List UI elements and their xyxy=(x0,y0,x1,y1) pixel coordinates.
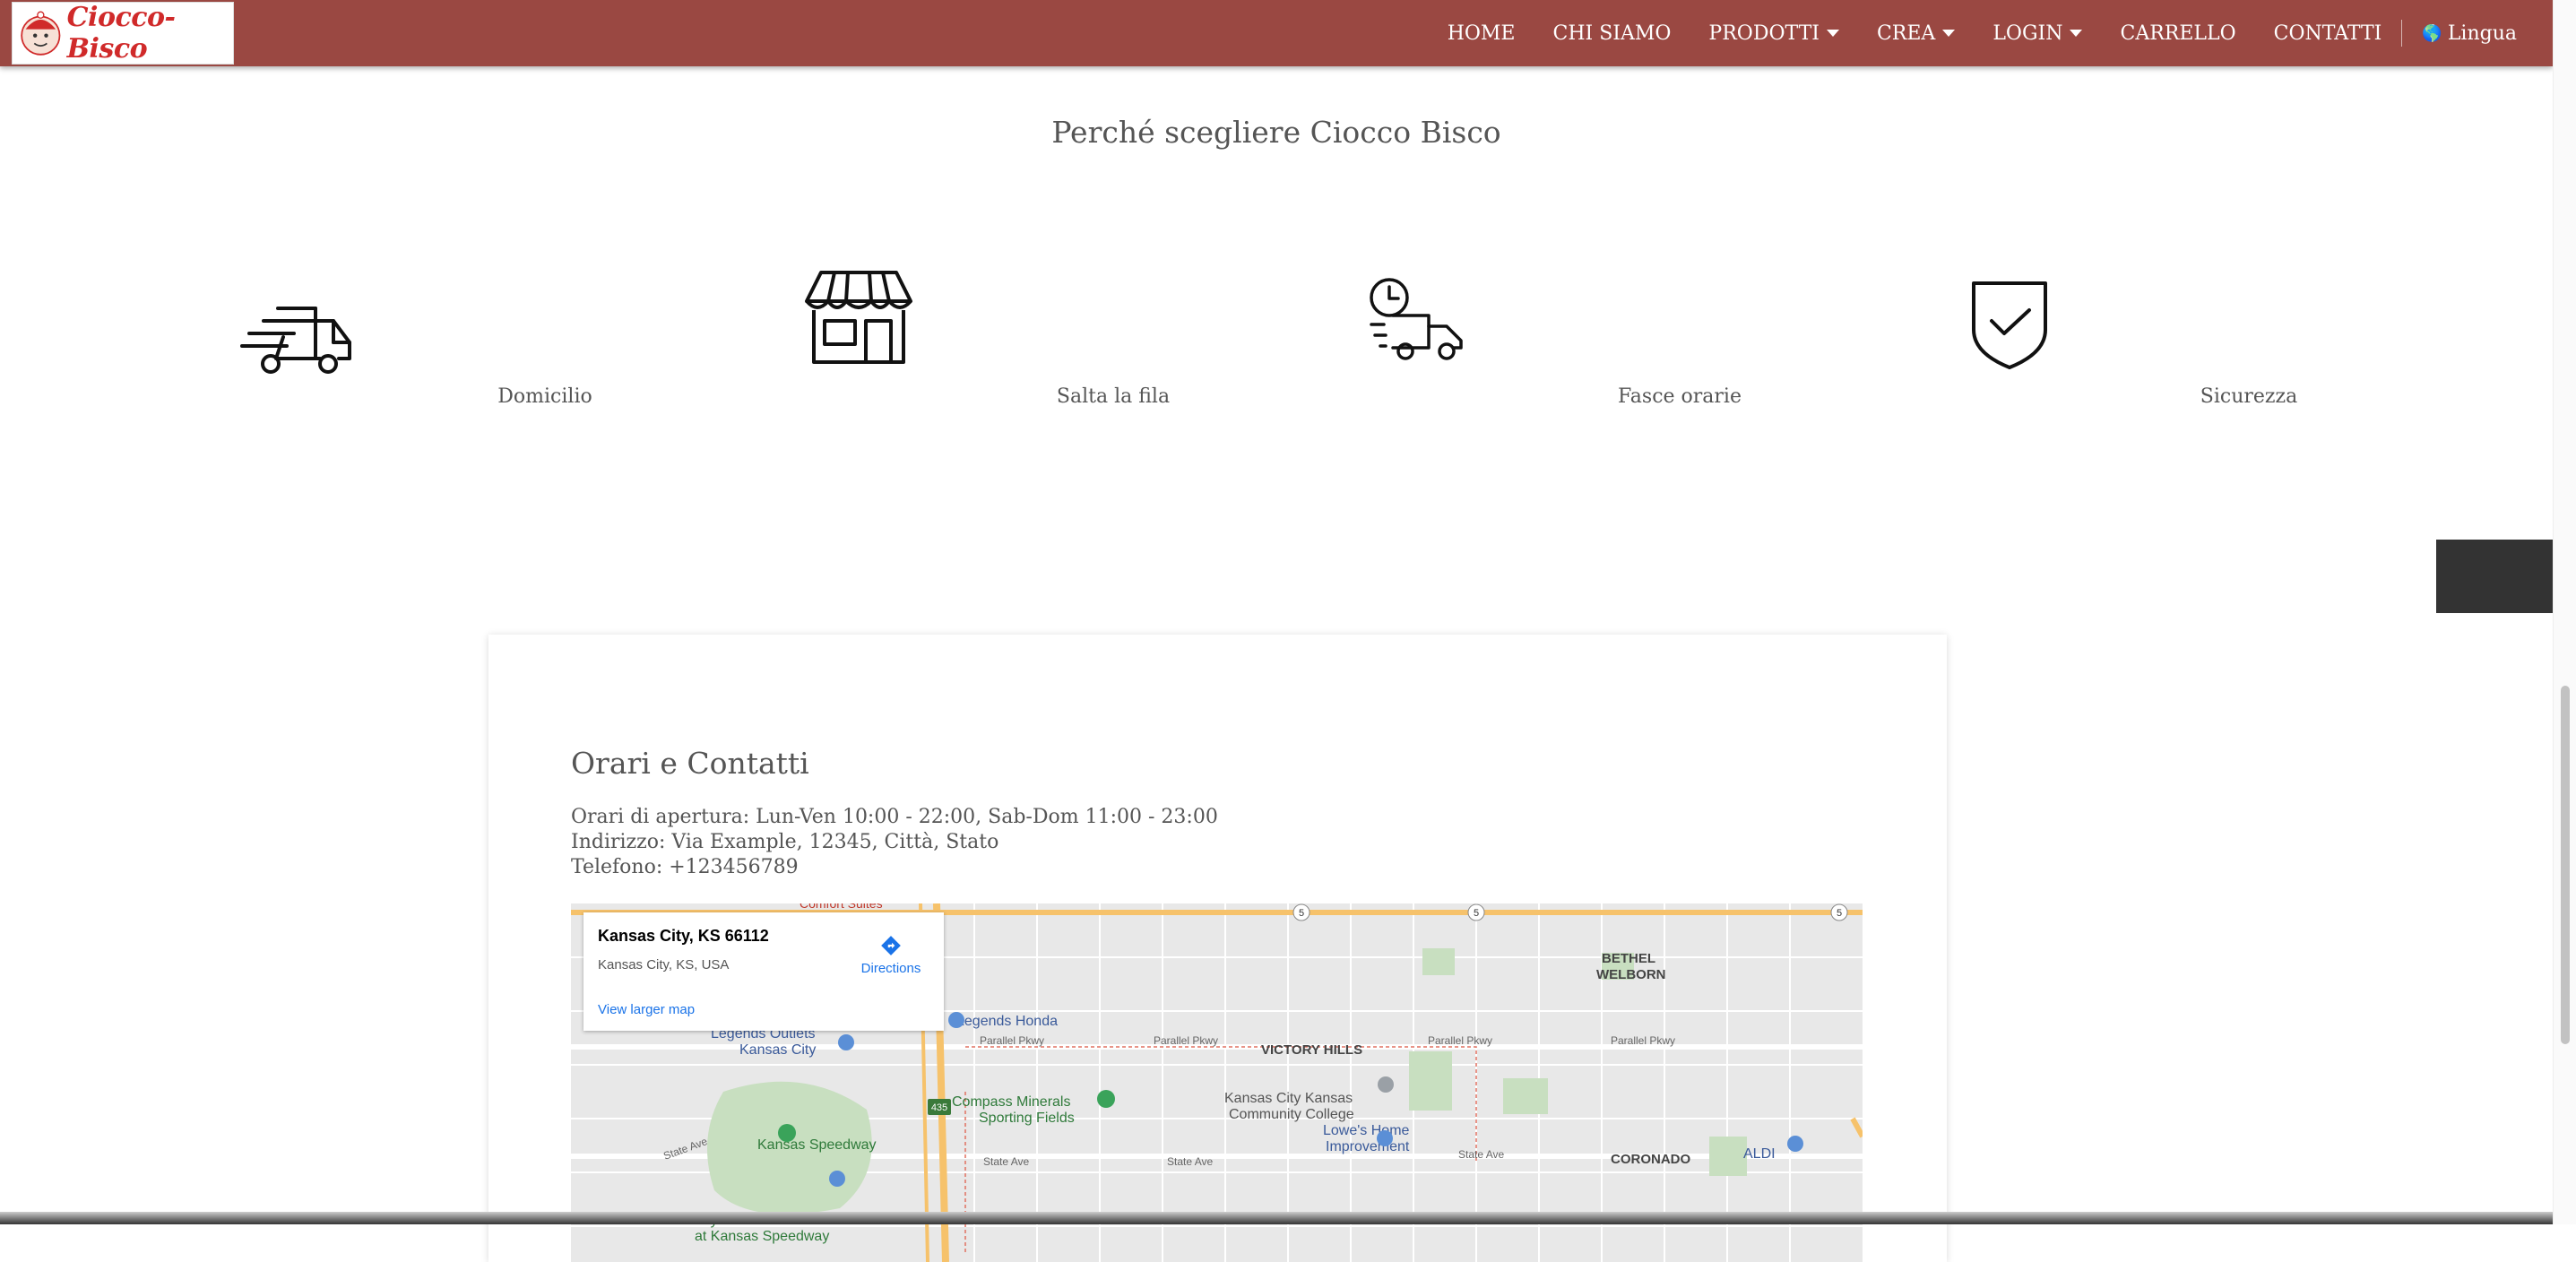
nav-login[interactable]: LOGIN xyxy=(1993,22,2083,45)
svg-text:CORONADO: CORONADO xyxy=(1611,1152,1690,1167)
svg-text:5: 5 xyxy=(1474,908,1479,919)
svg-text:State Ave: State Ave xyxy=(983,1155,1029,1168)
directions-button[interactable]: Directions xyxy=(860,934,922,976)
nav-home-label: HOME xyxy=(1447,22,1516,45)
nav-chi-siamo-label: CHI SIAMO xyxy=(1552,22,1672,45)
nav-carrello[interactable]: CARRELLO xyxy=(2120,22,2235,45)
delivery-truck-icon xyxy=(240,307,351,374)
feature-fasce-orarie-label: Fasce orarie xyxy=(1618,385,1742,408)
caret-down-icon xyxy=(1826,30,1839,37)
svg-text:5: 5 xyxy=(1837,908,1842,919)
svg-text:Legends Honda: Legends Honda xyxy=(956,1014,1058,1029)
contacts-info: Orari di apertura: Lun-Ven 10:00 - 22:00… xyxy=(571,805,1218,880)
svg-text:Improvement: Improvement xyxy=(1326,1139,1410,1154)
contacts-title: Orari e Contatti xyxy=(571,746,809,781)
nav-contatti[interactable]: CONTATTI xyxy=(2274,22,2382,45)
address: Indirizzo: Via Example, 12345, Città, St… xyxy=(571,831,999,853)
storefront-icon xyxy=(805,271,912,364)
page-scrollbar[interactable] xyxy=(2553,0,2576,1224)
nav-crea[interactable]: CREA xyxy=(1876,22,1956,45)
view-larger-map-link[interactable]: View larger map xyxy=(598,1002,695,1017)
contacts-card: Orari e Contatti Orari di apertura: Lun-… xyxy=(488,635,1947,1262)
shield-check-icon xyxy=(1972,281,2047,369)
svg-text:Kansas Speedway: Kansas Speedway xyxy=(757,1137,877,1153)
svg-text:Kansas City: Kansas City xyxy=(739,1042,816,1058)
top-navbar: Ciocco-Bisco HOME CHI SIAMO PRODOTTI CRE… xyxy=(0,0,2553,66)
caret-down-icon xyxy=(2070,30,2083,37)
side-tab[interactable] xyxy=(2436,540,2553,613)
nav-contatti-label: CONTATTI xyxy=(2273,22,2382,45)
svg-text:Kansas City Kansas: Kansas City Kansas xyxy=(1224,1091,1353,1106)
feature-domicilio-label: Domicilio xyxy=(497,385,592,408)
caret-down-icon xyxy=(1942,30,1956,37)
svg-text:ALDI: ALDI xyxy=(1743,1146,1776,1162)
directions-label: Directions xyxy=(860,961,921,976)
nav-divider xyxy=(2401,20,2403,47)
main-menu: HOME CHI SIAMO PRODOTTI CREA LOGIN CARRE… xyxy=(1410,0,2517,66)
nav-prodotti[interactable]: PRODOTTI xyxy=(1708,22,1839,45)
bottom-edge xyxy=(0,1212,2553,1224)
language-selector[interactable]: 🌎 Lingua xyxy=(2422,22,2517,45)
nav-crea-label: CREA xyxy=(1876,22,1936,45)
map-place-subtitle: Kansas City, KS, USA xyxy=(598,957,730,972)
brand-name: Ciocco-Bisco xyxy=(66,2,176,65)
nav-home[interactable]: HOME xyxy=(1448,22,1516,45)
svg-text:Parallel Pkwy: Parallel Pkwy xyxy=(1428,1034,1492,1047)
clock-truck-icon xyxy=(1370,278,1463,360)
svg-text:435: 435 xyxy=(931,1102,947,1113)
nav-carrello-label: CARRELLO xyxy=(2120,22,2236,45)
svg-text:Parallel Pkwy: Parallel Pkwy xyxy=(980,1034,1044,1047)
svg-text:Lowe's Home: Lowe's Home xyxy=(1323,1123,1410,1138)
nav-login-label: LOGIN xyxy=(1993,22,2063,45)
mascot-logo-icon xyxy=(21,11,61,56)
svg-text:BETHEL: BETHEL xyxy=(1602,951,1655,966)
svg-text:Compass Minerals: Compass Minerals xyxy=(952,1094,1070,1110)
why-section-title: Perché scegliere Ciocco Bisco xyxy=(1051,115,1501,150)
opening-hours: Orari di apertura: Lun-Ven 10:00 - 22:00… xyxy=(571,806,1218,828)
svg-text:Community College: Community College xyxy=(1229,1107,1354,1122)
svg-text:5: 5 xyxy=(1299,908,1304,919)
svg-text:WELBORN: WELBORN xyxy=(1596,967,1666,982)
svg-text:Comfort Suites: Comfort Suites xyxy=(800,903,883,911)
nav-prodotti-label: PRODOTTI xyxy=(1708,22,1820,45)
directions-icon xyxy=(881,936,901,955)
feature-sicurezza-label: Sicurezza xyxy=(2200,385,2298,408)
globe-icon: 🌎 xyxy=(2422,23,2442,43)
svg-text:Sporting Fields: Sporting Fields xyxy=(979,1111,1075,1126)
embedded-map[interactable]: Legends Honda VICTORY HILLS BETHEL WELBO… xyxy=(571,903,1863,1262)
nav-chi-siamo[interactable]: CHI SIAMO xyxy=(1553,22,1672,45)
site-logo[interactable]: Ciocco-Bisco xyxy=(12,2,234,65)
svg-text:VICTORY HILLS: VICTORY HILLS xyxy=(1261,1042,1362,1058)
scrollbar-thumb[interactable] xyxy=(2561,686,2570,1044)
svg-text:State Ave: State Ave xyxy=(1167,1155,1213,1168)
phone: Telefono: +123456789 xyxy=(571,856,799,878)
svg-text:Parallel Pkwy: Parallel Pkwy xyxy=(1611,1034,1675,1047)
feature-salta-la-fila-label: Salta la fila xyxy=(1056,385,1171,408)
svg-text:State Ave: State Ave xyxy=(1458,1148,1504,1161)
map-info-card: Kansas City, KS 66112 Kansas City, KS, U… xyxy=(583,912,944,1031)
map-place-title: Kansas City, KS 66112 xyxy=(598,927,769,945)
svg-text:at Kansas Speedway: at Kansas Speedway xyxy=(695,1229,829,1244)
svg-text:Parallel Pkwy: Parallel Pkwy xyxy=(1154,1034,1218,1047)
language-label: Lingua xyxy=(2447,22,2517,45)
